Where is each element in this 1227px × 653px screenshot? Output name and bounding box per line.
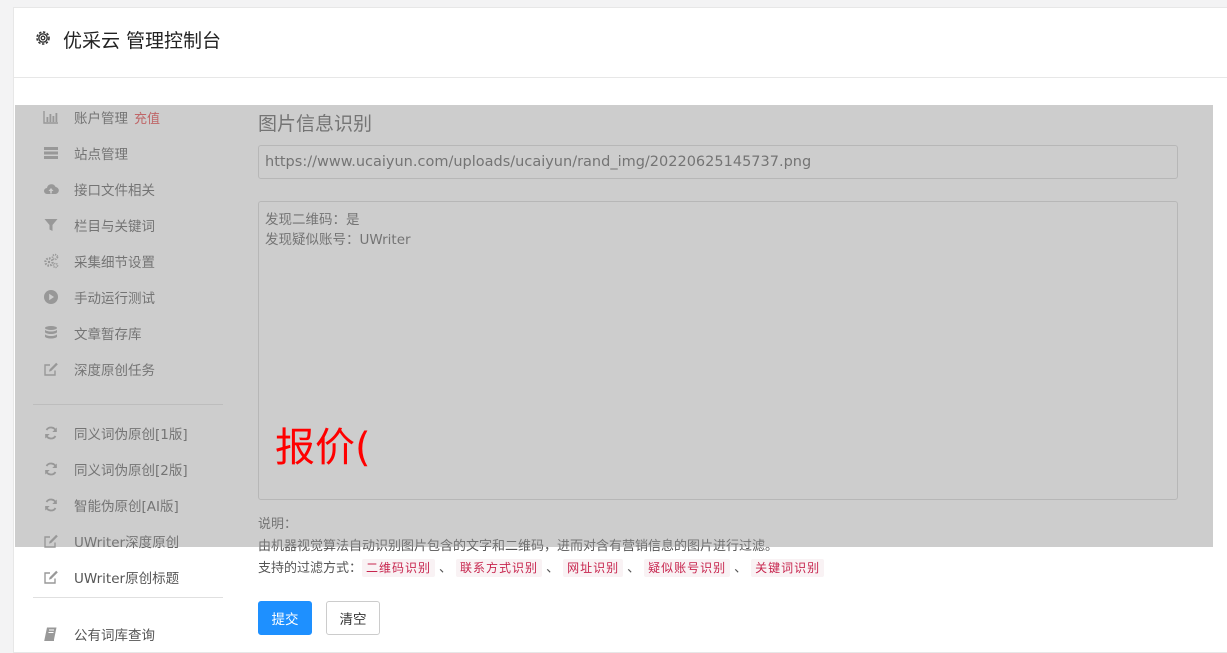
bar-chart-icon bbox=[42, 109, 60, 125]
sidebar-item-label: UWriter原创标题 bbox=[74, 571, 180, 587]
recharge-link[interactable]: 充值 bbox=[134, 108, 160, 127]
sidebar-item-deep-original-task[interactable]: 深度原创任务 bbox=[42, 357, 155, 381]
method-tag: 疑似账号识别 bbox=[644, 559, 731, 577]
sidebar-item-collect-settings[interactable]: 采集细节设置 bbox=[42, 249, 155, 273]
result-line: 发现疑似账号：UWriter bbox=[265, 232, 411, 248]
refresh-icon bbox=[42, 425, 60, 441]
method-tag: 联系方式识别 bbox=[456, 559, 543, 577]
play-circle-icon bbox=[42, 289, 60, 305]
filter-methods: 支持的过滤方式： 二维码识别、联系方式识别、网址识别、疑似账号识别、关键词识别 bbox=[258, 558, 1178, 580]
method-tag: 网址识别 bbox=[563, 559, 624, 577]
edit-icon bbox=[42, 569, 60, 585]
cloud-upload-icon bbox=[42, 181, 60, 197]
edit-icon bbox=[42, 361, 60, 377]
notes-description: 由机器视觉算法自动识别图片包含的文字和二维码，进而对含有营销信息的图片进行过滤。 bbox=[258, 539, 779, 554]
instructions: 说明： 由机器视觉算法自动识别图片包含的文字和二维码，进而对含有营销信息的图片进… bbox=[258, 514, 1178, 580]
section-title: 图片信息识别 bbox=[258, 113, 373, 135]
sidebar-item-label: 同义词伪原创[2版] bbox=[74, 463, 188, 479]
sidebar-item-article-storage[interactable]: 文章暂存库 bbox=[42, 321, 142, 345]
method-separator: 、 bbox=[546, 561, 560, 576]
console-page: 优采云 管理控制台 账户管理 充值 站点管理 接口文件相关 栏目与关键词 采集细… bbox=[13, 7, 1227, 653]
sidebar-item-columns-keywords[interactable]: 栏目与关键词 bbox=[42, 213, 155, 237]
server-icon bbox=[42, 145, 60, 161]
method-tag: 二维码识别 bbox=[362, 559, 436, 577]
sidebar-item-public-lexicon[interactable]: 公有词库查询 bbox=[42, 622, 155, 646]
image-url-input[interactable] bbox=[258, 145, 1178, 179]
watermark-text: 报价( bbox=[275, 425, 371, 471]
sidebar-divider bbox=[33, 597, 223, 598]
submit-button[interactable]: 提交 bbox=[258, 601, 312, 635]
book-icon bbox=[42, 626, 60, 642]
method-tag: 关键词识别 bbox=[751, 559, 825, 577]
database-icon bbox=[42, 325, 60, 341]
notes-heading: 说明： bbox=[258, 517, 298, 532]
sidebar-item-api-files[interactable]: 接口文件相关 bbox=[42, 177, 155, 201]
methods-label: 支持的过滤方式： bbox=[258, 561, 363, 576]
sidebar-item-uwriter-title[interactable]: UWriter原创标题 bbox=[42, 565, 179, 589]
sidebar-item-label: 接口文件相关 bbox=[74, 183, 155, 199]
sidebar-item-manual-test[interactable]: 手动运行测试 bbox=[42, 285, 155, 309]
sidebar-item-synonym-v1[interactable]: 同义词伪原创[1版] bbox=[42, 421, 188, 445]
sidebar-item-ai-rewrite[interactable]: 智能伪原创[AI版] bbox=[42, 493, 179, 517]
gear-icon bbox=[34, 29, 52, 47]
sidebar-item-label: 深度原创任务 bbox=[74, 363, 155, 379]
sidebar-item-label: UWriter深度原创 bbox=[74, 535, 180, 551]
sidebar-item-label: 手动运行测试 bbox=[74, 291, 155, 307]
clear-button[interactable]: 清空 bbox=[326, 601, 380, 635]
sidebar-item-label: 文章暂存库 bbox=[74, 327, 142, 343]
sidebar-item-label: 采集细节设置 bbox=[74, 255, 155, 271]
sidebar-item-sites[interactable]: 站点管理 bbox=[42, 141, 128, 165]
sidebar-item-label: 同义词伪原创[1版] bbox=[74, 427, 188, 443]
sidebar-item-label: 智能伪原创[AI版] bbox=[74, 499, 179, 515]
gears-icon bbox=[42, 253, 60, 269]
filter-icon bbox=[42, 217, 60, 233]
page-header: 优采云 管理控制台 bbox=[14, 8, 1227, 78]
method-separator: 、 bbox=[734, 561, 748, 576]
sidebar-item-account[interactable]: 账户管理 充值 bbox=[42, 105, 160, 129]
sidebar-item-label: 站点管理 bbox=[74, 147, 128, 163]
refresh-icon bbox=[42, 461, 60, 477]
edit-icon bbox=[42, 533, 60, 549]
refresh-icon bbox=[42, 497, 60, 513]
sidebar-item-label: 账户管理 bbox=[74, 111, 128, 127]
sidebar-item-label: 公有词库查询 bbox=[74, 628, 155, 644]
result-line: 发现二维码：是 bbox=[265, 212, 360, 228]
method-separator: 、 bbox=[439, 561, 453, 576]
page-title: 优采云 管理控制台 bbox=[63, 30, 222, 52]
recognition-result-textarea[interactable]: 发现二维码：是 发现疑似账号：UWriter bbox=[258, 201, 1178, 500]
method-separator: 、 bbox=[627, 561, 641, 576]
sidebar-item-uwriter-deep[interactable]: UWriter深度原创 bbox=[42, 529, 179, 553]
sidebar-divider bbox=[33, 404, 223, 405]
sidebar-item-label: 栏目与关键词 bbox=[74, 219, 155, 235]
sidebar-item-synonym-v2[interactable]: 同义词伪原创[2版] bbox=[42, 457, 188, 481]
